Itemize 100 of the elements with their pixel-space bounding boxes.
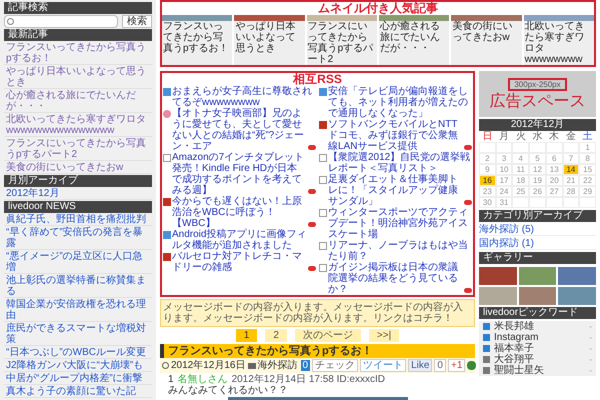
page-button[interactable]: 次のページ — [294, 329, 361, 342]
page-icon — [319, 176, 327, 184]
sidebar-link[interactable]: 庶民ができるスマートな増税対策 — [4, 323, 152, 346]
post-caption[interactable]: フランスいってきたから写真うpするお！ — [162, 21, 232, 65]
share-button[interactable]: チェック — [312, 359, 358, 372]
page-icon — [319, 242, 327, 250]
calendar-day[interactable]: 22 — [579, 175, 596, 186]
calendar-day[interactable]: 3 — [496, 153, 512, 164]
calendar-day[interactable]: 9 — [479, 164, 496, 175]
calendar-day[interactable]: 24 — [496, 186, 512, 197]
sidebar-link[interactable]: 池上彰氏の選挙特番に称賛集まる — [4, 275, 152, 298]
calendar-day[interactable]: 30 — [479, 197, 496, 208]
sidebar-link[interactable]: J2降格ガンバ大阪に“大崩壊”も — [4, 360, 152, 372]
banner-title: ムネイル付き人気記事 — [317, 2, 439, 15]
search-icon — [7, 18, 14, 25]
rss-link[interactable]: 今からでも遅くはない！上原浩治をWBCに呼ぼう！【WBC】 — [172, 196, 307, 229]
rss-link[interactable]: Amazonの7インチタブレット発売！Kindle Fire HDが日本で成功するポイントを考えてみる週】 — [172, 152, 307, 196]
section-header: ギャラリー — [479, 252, 596, 264]
sidebar-link[interactable]: フランスいってきたから写真うpするお！ — [4, 42, 152, 65]
rss-link[interactable]: ウィンタースポーツでアクティブデート！明治神宮外苑アイススケート場 — [328, 207, 472, 240]
ad-label: 広告スペース — [490, 92, 586, 110]
pickword-link[interactable]: 聖闘士星矢 — [494, 365, 586, 376]
rss-link[interactable]: おまえらが女子高生に尊敬されてるぞwwwwwwww — [172, 86, 316, 108]
sidebar-link[interactable]: “日本つぶし”のWBCルール変更 — [4, 347, 152, 359]
section-header: 最新記事 — [4, 29, 152, 41]
sidebar-link[interactable]: “悪イメージ”の足立区に人口急増 — [4, 251, 152, 274]
weekday-label: 日 — [481, 131, 494, 142]
trend-mark: - — [589, 322, 592, 331]
category-link[interactable]: 国内探訪 (1) — [479, 238, 596, 250]
section-header: 月別アーカイブ — [4, 175, 152, 187]
section-header: カテゴリ別アーカイブ — [479, 210, 596, 222]
poster-name: 名無しさん — [178, 374, 228, 385]
square-icon — [163, 198, 171, 206]
pickword-link[interactable]: 大谷翔平 — [494, 354, 586, 365]
trend-mark: - — [589, 344, 592, 353]
rss-link[interactable]: リアーナ、ノーブラはもはや当たり前？ — [328, 240, 472, 262]
clock-icon — [162, 362, 169, 369]
calendar-day[interactable]: 31 — [496, 197, 512, 208]
post-caption[interactable]: フランスにいってきたから写真うpするパート2 — [306, 21, 377, 65]
calendar-day[interactable]: 29 — [579, 186, 596, 197]
sidebar-link[interactable]: 北欧いってきたら寒すぎワロタwwwwwwwwwwwwwww — [4, 114, 152, 137]
category-link[interactable]: 海外探訪 (5) — [479, 224, 596, 236]
page-icon — [163, 154, 171, 162]
pickword-link[interactable]: 福本幸子 — [494, 343, 586, 354]
page-icon — [319, 209, 327, 217]
post-caption[interactable]: 心が癒される旅にでたいんだが・・・ — [379, 21, 450, 65]
sidebar-link[interactable]: 真木よう子の素顔に驚いた記 — [4, 386, 152, 398]
share-button[interactable]: Like — [408, 359, 432, 372]
rss-link[interactable]: 安倍「テレビ局が偏向報道をしても、ネット利用者が増えたので通用しなくなった」 — [328, 86, 472, 119]
calendar-day[interactable]: 8 — [579, 153, 596, 164]
page-icon — [319, 154, 327, 162]
share-button[interactable]: ツイート — [360, 359, 406, 372]
page-button[interactable]: >>| — [368, 329, 400, 342]
share-button[interactable]: +1 — [448, 359, 466, 372]
sidebar-link[interactable]: 中居が“グループ内格差”に衝撃 — [4, 373, 152, 385]
weekday-label: 火 — [514, 131, 527, 142]
share-button[interactable]: 0 — [434, 359, 446, 372]
photo-placeholder[interactable] — [518, 267, 556, 285]
search-field[interactable] — [4, 15, 118, 28]
post-caption[interactable]: やっぱり日本いいよなって思うとき — [234, 21, 305, 65]
search-button[interactable]: 検索 — [122, 15, 152, 28]
rss-link[interactable]: Android投稿アプリに画像フィルタ機能が追加されました — [172, 229, 316, 251]
trend-mark: - — [589, 333, 592, 342]
post-body: みんなみてくれるかい？？ — [167, 385, 289, 396]
post-meta: 2012年12月14日 17:58 ID:exxxcID — [232, 374, 385, 385]
calendar-day[interactable]: 23 — [479, 186, 496, 197]
sidebar-link[interactable]: やっぱり日本いいよなって思うとき — [4, 66, 152, 89]
post-date: 2012年12月16日 — [171, 360, 246, 371]
section-header: livedoor NEWS — [4, 201, 152, 213]
rss-link[interactable]: 【衆院選2012】自民党の選挙戦レポート＜写真リスト＞ — [328, 152, 472, 174]
rss-link[interactable]: 【オトナ女子映画部】兄のように愛せても、夫として愛せない人との結婚は“死”?ジェーン・エア — [172, 108, 307, 152]
post-caption[interactable]: 美食の街にいってきたおw — [451, 21, 522, 65]
sidebar-link[interactable]: 2012年12月 — [4, 188, 152, 200]
sidebar-link[interactable]: 心が癒される旅にでたいんだが・・・ — [4, 90, 152, 113]
page-button[interactable]: 2 — [265, 329, 287, 342]
photo-placeholder[interactable] — [518, 287, 556, 305]
post-caption[interactable]: 北欧いってきたら寒すぎワロタwwwwwwww — [524, 21, 594, 65]
calendar-day[interactable]: 14 — [562, 164, 580, 175]
calendar-day[interactable]: 28 — [562, 186, 580, 197]
calendar-day[interactable]: 16 — [479, 175, 496, 186]
section-header: 記事検索 — [4, 2, 152, 14]
rss-link[interactable]: バルセロナ対アトレチコ・マドリーの雑感 — [172, 251, 307, 273]
page-button[interactable]: 1 — [236, 329, 258, 342]
pickword-link[interactable]: 米長邦雄 — [494, 321, 586, 332]
sidebar-link[interactable]: 眞紀子氏、野田首相を痛烈批判 — [4, 214, 152, 226]
calendar-day[interactable]: 4 — [512, 153, 530, 164]
pickword-link[interactable]: Instagram — [494, 332, 586, 343]
weekday-label: 土 — [582, 131, 594, 142]
sidebar-link[interactable]: “早く辞めて”安倍氏の発言を暴露 — [4, 227, 152, 250]
calendar-day[interactable]: 13 — [546, 164, 563, 175]
sidebar-link[interactable]: 韓国企業が安倍政権を恐れる理由 — [4, 299, 152, 322]
rss-link[interactable]: ガイジン掲示板は日本の衆議院選挙の結果をどう見ているか？ — [328, 262, 463, 295]
share-button[interactable]: 0 — [300, 360, 310, 371]
rss-link[interactable]: 足裏ダイエット＆仕事美脚トレに！「スタイルアップ健康サンダル」 — [328, 174, 463, 207]
sidebar-link[interactable]: フランスにいってきたから写真うpするパート2 — [4, 138, 152, 161]
category-link[interactable]: 海外探訪 — [258, 360, 298, 371]
calendar-day[interactable]: 2 — [479, 153, 496, 164]
rss-link[interactable]: ソフトバンクモバイルとNTTドコモ、みずほ銀行で公衆無線LANサービス提供 — [328, 119, 463, 152]
sidebar-link[interactable]: 美食の街にいってきたおw — [4, 162, 152, 174]
calendar-title: 2012年12月 — [479, 119, 596, 131]
